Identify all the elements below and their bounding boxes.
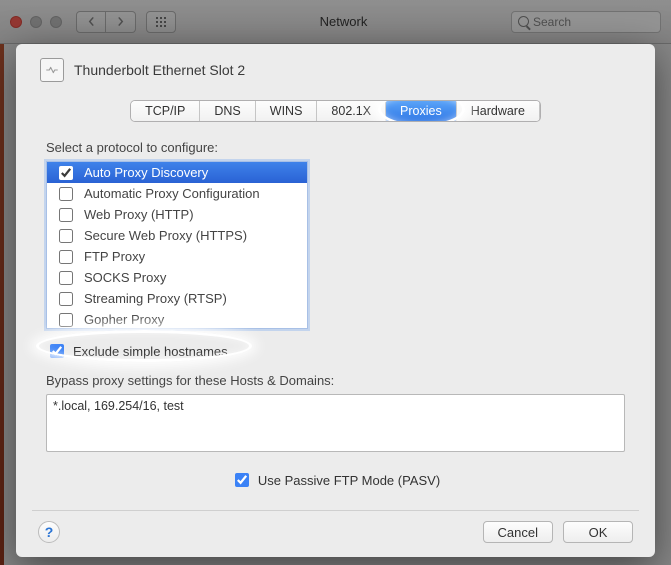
protocol-label: Automatic Proxy Configuration <box>84 186 260 201</box>
protocol-checkbox[interactable] <box>59 208 73 222</box>
protocol-checkbox[interactable] <box>59 271 73 285</box>
exclude-simple-hostnames-label: Exclude simple hostnames <box>73 344 228 359</box>
passive-ftp-checkbox[interactable] <box>235 473 249 487</box>
tab-tcp-ip[interactable]: TCP/IP <box>131 101 200 121</box>
search-icon <box>518 16 529 27</box>
interface-name: Thunderbolt Ethernet Slot 2 <box>74 62 245 78</box>
help-button[interactable]: ? <box>38 521 60 543</box>
grid-icon <box>155 16 167 28</box>
protocol-row[interactable]: Secure Web Proxy (HTTPS) <box>47 225 307 246</box>
ok-button[interactable]: OK <box>563 521 633 543</box>
minimize-window-button[interactable] <box>30 16 42 28</box>
divider <box>32 510 639 511</box>
tab-dns[interactable]: DNS <box>200 101 255 121</box>
window-controls <box>10 16 62 28</box>
protocol-label: Auto Proxy Discovery <box>84 165 208 180</box>
protocol-label: SOCKS Proxy <box>84 270 166 285</box>
protocol-list[interactable]: Auto Proxy Discovery Automatic Proxy Conf… <box>46 161 308 329</box>
tab-proxies[interactable]: Proxies <box>386 101 457 121</box>
bypass-textarea[interactable]: *.local, 169.254/16, test <box>46 394 625 452</box>
protocol-label: Streaming Proxy (RTSP) <box>84 291 227 306</box>
sheet-footer: ? Cancel OK <box>36 521 635 543</box>
protocol-label: FTP Proxy <box>84 249 145 264</box>
protocol-checkbox[interactable] <box>59 292 73 306</box>
chevron-left-icon <box>87 17 96 26</box>
tab-wins[interactable]: WINS <box>256 101 318 121</box>
thunderbolt-ethernet-icon <box>40 58 64 82</box>
bypass-value: *.local, 169.254/16, test <box>53 399 184 413</box>
protocol-row[interactable]: Automatic Proxy Configuration <box>47 183 307 204</box>
protocol-checkbox[interactable] <box>59 187 73 201</box>
protocol-checkbox[interactable] <box>59 313 73 327</box>
protocol-row[interactable]: Auto Proxy Discovery <box>47 162 307 183</box>
nav-back-button[interactable] <box>76 11 106 33</box>
zoom-window-button[interactable] <box>50 16 62 28</box>
protocol-row[interactable]: Streaming Proxy (RTSP) <box>47 288 307 309</box>
exclude-simple-hostnames-checkbox[interactable] <box>50 344 64 358</box>
protocol-row[interactable]: FTP Proxy <box>47 246 307 267</box>
tab-802-1x[interactable]: 802.1X <box>317 101 386 121</box>
search-placeholder: Search <box>533 15 571 29</box>
chevron-right-icon <box>116 17 125 26</box>
passive-ftp-row: Use Passive FTP Mode (PASV) <box>36 464 635 490</box>
protocol-checkbox[interactable] <box>59 166 73 180</box>
protocol-label: Web Proxy (HTTP) <box>84 207 194 222</box>
protocol-label: Gopher Proxy <box>84 312 164 327</box>
protocol-label: Secure Web Proxy (HTTPS) <box>84 228 247 243</box>
tab-hardware[interactable]: Hardware <box>457 101 540 121</box>
advanced-sheet: Thunderbolt Ethernet Slot 2 TCP/IPDNSWIN… <box>16 44 655 557</box>
nav-forward-button[interactable] <box>106 11 136 33</box>
protocol-row[interactable]: Gopher Proxy <box>47 309 307 329</box>
help-icon: ? <box>45 524 54 540</box>
settings-tabs: TCP/IPDNSWINS802.1XProxiesHardware <box>130 100 541 122</box>
protocol-checkbox[interactable] <box>59 229 73 243</box>
sidebar-selection-indicator <box>0 44 4 565</box>
nav-buttons <box>76 11 136 33</box>
cancel-button[interactable]: Cancel <box>483 521 553 543</box>
exclude-simple-hostnames-row: Exclude simple hostnames <box>46 341 625 361</box>
passive-ftp-label: Use Passive FTP Mode (PASV) <box>258 473 440 488</box>
close-window-button[interactable] <box>10 16 22 28</box>
bypass-label: Bypass proxy settings for these Hosts & … <box>46 373 625 388</box>
protocol-checkbox[interactable] <box>59 250 73 264</box>
protocol-row[interactable]: SOCKS Proxy <box>47 267 307 288</box>
select-protocol-label: Select a protocol to configure: <box>46 140 635 155</box>
titlebar: Network Search <box>0 0 671 44</box>
window-title: Network <box>186 14 501 29</box>
protocol-row[interactable]: Web Proxy (HTTP) <box>47 204 307 225</box>
show-all-button[interactable] <box>146 11 176 33</box>
search-field[interactable]: Search <box>511 11 661 33</box>
